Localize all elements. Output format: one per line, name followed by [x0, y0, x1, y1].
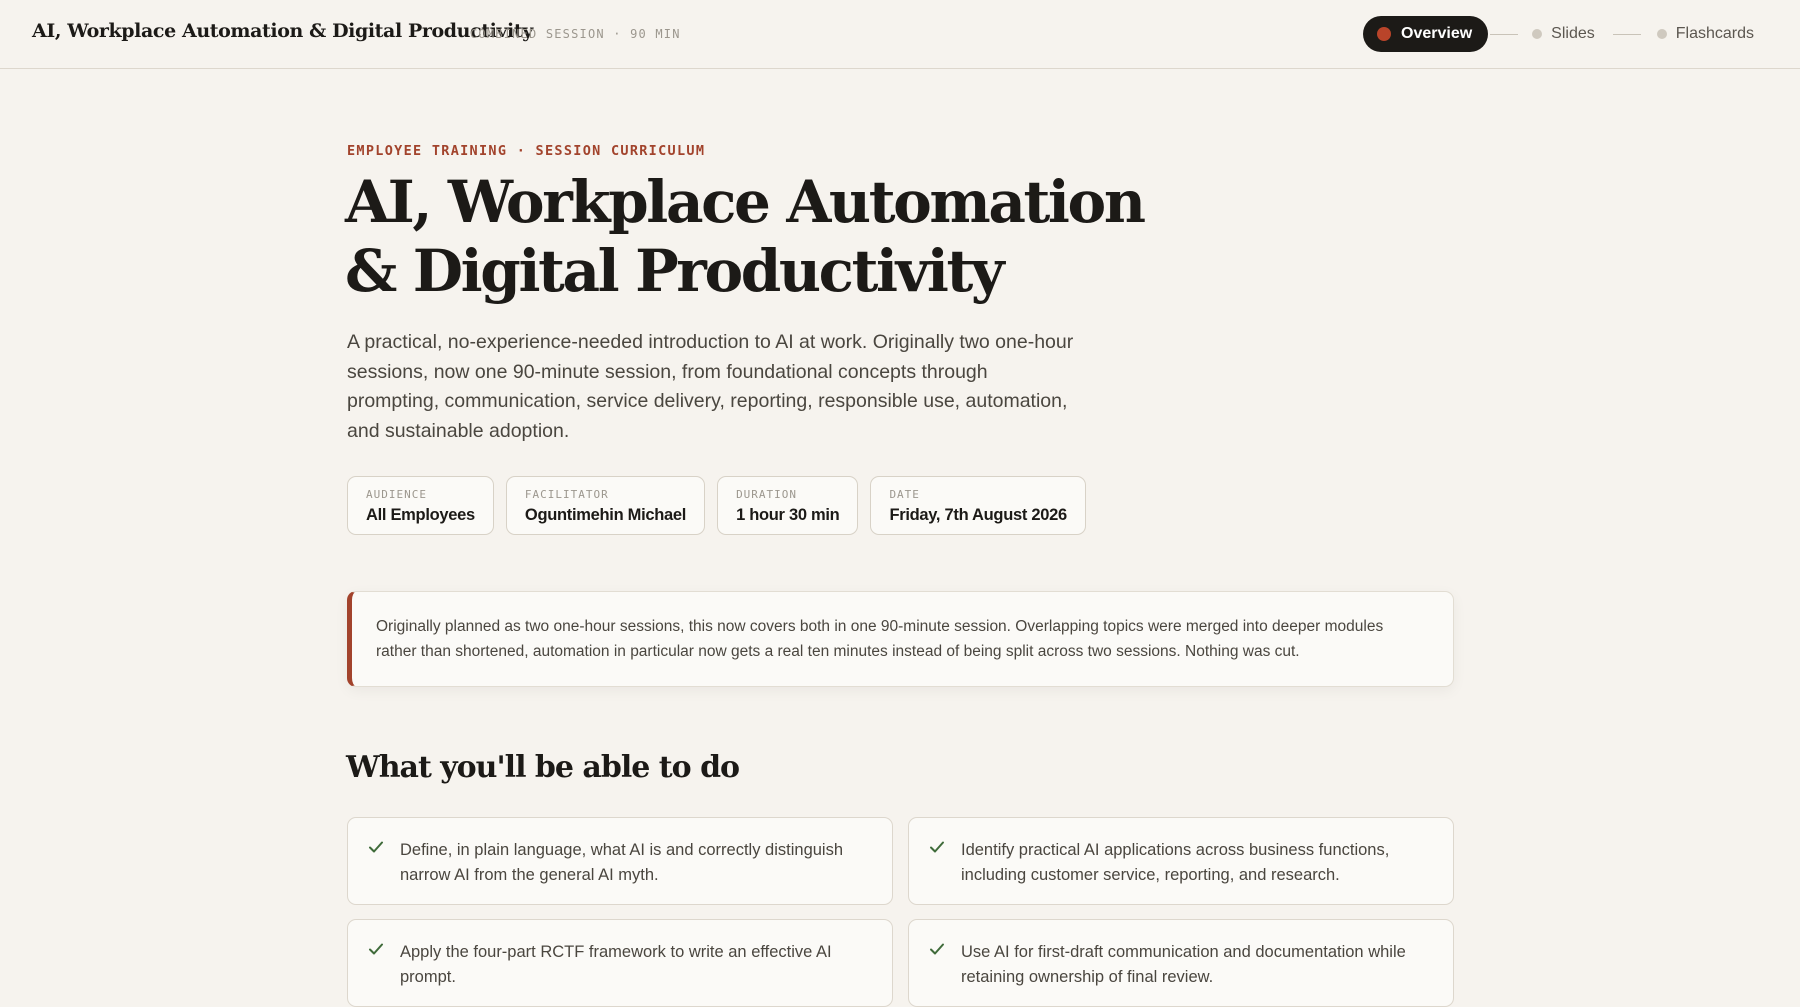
outcomes-heading: What you'll be able to do — [346, 750, 740, 785]
title-line-1: AI, Workplace Automation — [345, 168, 1146, 236]
date-chip: DATE Friday, 7th August 2026 — [870, 476, 1086, 535]
red-dot-icon — [1377, 27, 1392, 41]
chip-value: 1 hour 30 min — [736, 506, 840, 524]
outcome-card: Use AI for first-draft communication and… — [908, 919, 1454, 1007]
chip-value: All Employees — [366, 506, 475, 524]
audience-chip: AUDIENCE All Employees — [347, 476, 494, 535]
top-bar: AI, Workplace Automation & Digital Produ… — [0, 0, 1800, 69]
chip-label: AUDIENCE — [366, 488, 427, 501]
page-title: AI, Workplace Automation & Digital Produ… — [345, 168, 1245, 306]
duration-chip: DURATION 1 hour 30 min — [717, 476, 859, 535]
chip-label: FACILITATOR — [524, 488, 609, 501]
brand-title: AI, Workplace Automation & Digital Produ… — [32, 20, 533, 42]
nav-connector — [1612, 33, 1641, 35]
tab-flashcards-label: Flashcards — [1675, 25, 1754, 42]
outcome-card: Apply the four-part RCTF framework to wr… — [347, 919, 893, 1007]
outcome-text: Use AI for first-draft communication and… — [961, 943, 1406, 986]
outcome-text: Apply the four-part RCTF framework to wr… — [400, 943, 832, 986]
view-nav: Overview Slides Flashcards — [1363, 16, 1754, 52]
tab-overview-label: Overview — [1401, 25, 1473, 42]
chip-value: Friday, 7th August 2026 — [889, 506, 1067, 524]
chip-label: DURATION — [736, 488, 798, 501]
tab-overview[interactable]: Overview — [1363, 16, 1489, 52]
outcome-text: Define, in plain language, what AI is an… — [400, 841, 844, 884]
grey-dot-icon — [1532, 29, 1543, 39]
facilitator-chip: FACILITATOR Oguntimehin Michael — [505, 476, 706, 535]
chip-value: Oguntimehin Michael — [524, 506, 687, 524]
session-details: AUDIENCE All Employees FACILITATOR Ogunt… — [347, 476, 1086, 535]
intro-paragraph: A practical, no-experience-needed introd… — [347, 331, 1074, 442]
outcome-text: Identify practical AI applications acros… — [961, 841, 1390, 884]
check-icon — [930, 841, 944, 853]
outcomes-grid: Define, in plain language, what AI is an… — [347, 817, 1454, 1007]
outcome-card: Identify practical AI applications acros… — [908, 817, 1454, 905]
eyebrow-label: EMPLOYEE TRAINING · SESSION CURRICULUM — [347, 143, 706, 159]
title-line-2: & Digital Productivity — [345, 237, 1005, 305]
tab-slides[interactable]: Slides — [1532, 25, 1595, 43]
nav-connector — [1490, 33, 1519, 35]
grey-dot-icon — [1656, 29, 1667, 39]
session-note: Originally planned as two one-hour sessi… — [347, 591, 1454, 687]
check-icon — [369, 841, 383, 853]
check-icon — [369, 943, 383, 955]
check-icon — [930, 943, 944, 955]
chip-label: DATE — [889, 488, 920, 501]
tab-slides-label: Slides — [1551, 25, 1595, 42]
tab-flashcards[interactable]: Flashcards — [1656, 25, 1754, 43]
outcome-card: Define, in plain language, what AI is an… — [347, 817, 893, 905]
session-meta: COMBINED SESSION · 90 MIN — [470, 27, 681, 41]
